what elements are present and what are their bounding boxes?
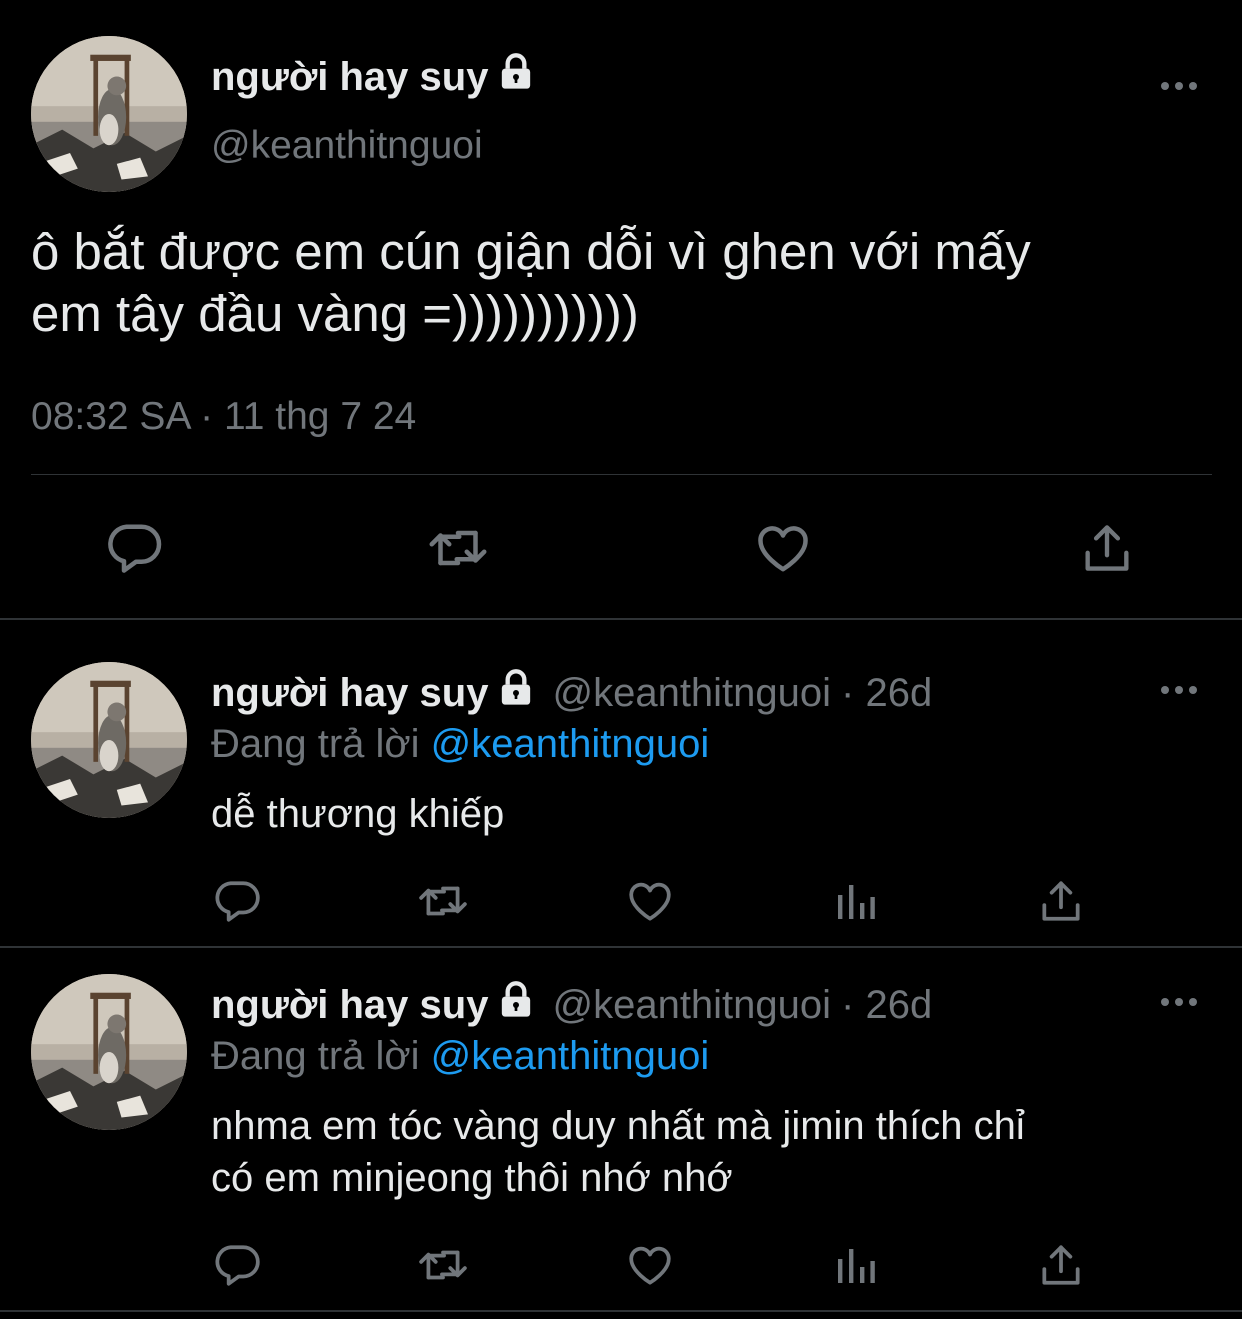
tweet-text: nhma em tóc vàng duy nhất mà jimin thích… [211, 1100, 1211, 1204]
retweet-icon[interactable] [424, 518, 492, 583]
like-icon[interactable] [624, 1240, 676, 1295]
like-icon[interactable] [752, 518, 814, 583]
more-options-icon[interactable] [1160, 682, 1198, 703]
tweet-text-line: nhma em tóc vàng duy nhất mà jimin thích… [211, 1104, 1025, 1148]
mention-link[interactable]: @keanthitnguoi [431, 1034, 710, 1078]
replying-to: Đang trả lời @keanthitnguoi [211, 722, 709, 767]
display-name[interactable]: người hay suy [211, 671, 488, 716]
analytics-icon[interactable] [832, 1240, 880, 1295]
more-options-icon[interactable] [1160, 78, 1198, 99]
lock-icon [496, 668, 536, 718]
reply-header: người hay suy @keanthitnguoi · 26d [211, 980, 932, 1030]
retweet-icon[interactable] [414, 876, 472, 931]
share-icon[interactable] [1036, 876, 1086, 931]
avatar[interactable] [31, 662, 187, 818]
tweet-text: dễ thương khiếp [211, 788, 1211, 840]
display-name[interactable]: người hay suy [211, 52, 536, 102]
handle[interactable]: @keanthitnguoi [552, 671, 831, 716]
share-icon[interactable] [1036, 1240, 1086, 1295]
lock-icon [496, 980, 536, 1030]
replying-to-label: Đang trả lời [211, 722, 420, 766]
divider [0, 618, 1242, 620]
analytics-icon[interactable] [832, 876, 880, 931]
reply-icon[interactable] [212, 1240, 262, 1295]
tweet-text-line: có em minjeong thôi nhớ nhớ [211, 1156, 733, 1200]
tweet-text: ô bắt được em cún giận dỗi vì ghen với m… [31, 221, 1211, 345]
reply-icon[interactable] [212, 876, 262, 931]
post-age: · 26d [841, 982, 933, 1027]
reply-header: người hay suy @keanthitnguoi · 26d [211, 668, 932, 718]
retweet-icon[interactable] [414, 1240, 472, 1295]
cat-photo-image [31, 662, 187, 818]
cat-photo-image [31, 36, 187, 192]
avatar[interactable] [31, 974, 187, 1130]
share-icon[interactable] [1078, 518, 1136, 583]
post-age: · 26d [841, 670, 933, 715]
timestamp[interactable]: 08:32 SA · 11 thg 7 24 [31, 395, 416, 439]
divider [0, 946, 1242, 948]
handle[interactable]: @keanthitnguoi [552, 983, 831, 1028]
avatar[interactable] [31, 36, 187, 192]
mention-link[interactable]: @keanthitnguoi [431, 722, 710, 766]
replying-to-label: Đang trả lời [211, 1034, 420, 1078]
more-options-icon[interactable] [1160, 994, 1198, 1015]
divider [0, 1310, 1242, 1312]
like-icon[interactable] [624, 876, 676, 931]
display-name-text: người hay suy [211, 54, 489, 99]
lock-icon [496, 52, 536, 102]
replying-to: Đang trả lời @keanthitnguoi [211, 1034, 709, 1079]
divider [31, 474, 1212, 475]
display-name[interactable]: người hay suy [211, 983, 488, 1028]
tweet-text-line: em tây đầu vàng =))))))))))) [31, 285, 639, 342]
tweet-text-line: ô bắt được em cún giận dỗi vì ghen với m… [31, 223, 1031, 280]
reply-icon[interactable] [104, 518, 164, 583]
handle[interactable]: @keanthitnguoi [211, 124, 483, 168]
tweet-text-line: dễ thương khiếp [211, 792, 505, 836]
cat-photo-image [31, 974, 187, 1130]
